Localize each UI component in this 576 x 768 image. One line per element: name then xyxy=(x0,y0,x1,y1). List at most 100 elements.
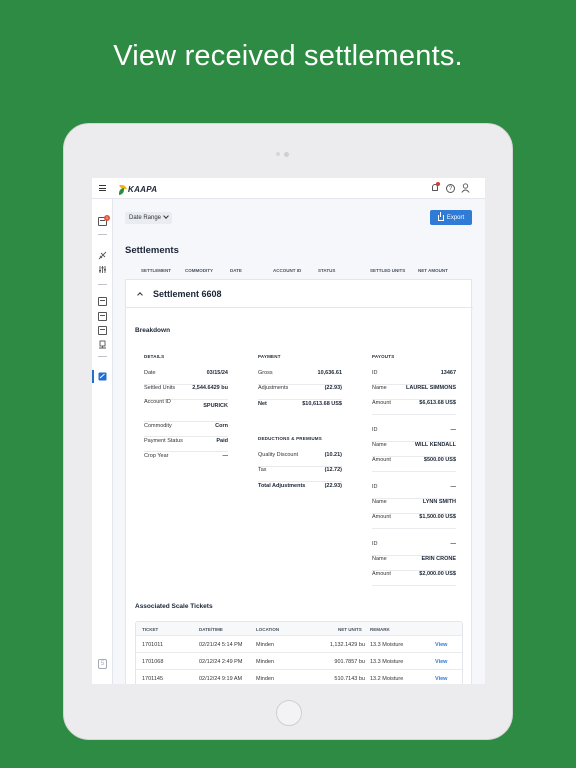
column-header[interactable]: ACCOUNT ID xyxy=(273,268,301,273)
headline: View received settlements. xyxy=(113,40,463,72)
breakdown-heading: Breakdown xyxy=(135,327,171,334)
chevron-up-icon[interactable] xyxy=(137,292,143,298)
ticket-cell: 1701068 xyxy=(142,659,164,665)
payout-row: ID 13467 xyxy=(372,370,456,385)
datetime-cell: 02/21/24 5:14 PM xyxy=(199,642,243,648)
payout-row: Amount $6,613.68 US$ xyxy=(372,400,456,415)
net-units-cell: 901.7857 bu xyxy=(334,659,365,665)
date-range-dropdown[interactable]: Date Range xyxy=(125,212,173,224)
top-bar: KAAPA ? xyxy=(92,178,485,199)
detail-row: Account ID SPURICK xyxy=(144,399,228,422)
payout-row: Amount $500.00 US$ xyxy=(372,457,456,472)
app-logo[interactable]: KAAPA xyxy=(119,182,158,195)
deductions-heading: DEDUCTIONS & PREMIUMS xyxy=(258,436,322,441)
column-header[interactable]: TICKET xyxy=(142,627,158,632)
table-row: 1701068 02/12/24 2:49 PM Minden 901.7857… xyxy=(136,653,462,670)
menu-icon[interactable] xyxy=(99,185,106,191)
deduction-row: Tax (12.72) xyxy=(258,467,342,482)
column-header[interactable]: LOCATION xyxy=(256,627,279,632)
payout-row: ID — xyxy=(372,427,456,442)
location-cell: Minden xyxy=(256,659,275,665)
adjustments-icon[interactable] xyxy=(98,265,107,274)
payout-row: Amount $2,000.00 US$ xyxy=(372,571,456,586)
logo-text: KAAPA xyxy=(128,184,158,194)
remark-cell: 13.2 Moisture xyxy=(370,676,404,682)
payment-row: Net $10,613.68 US$ xyxy=(258,401,342,407)
page-title: Settlements xyxy=(125,245,179,256)
version-icon[interactable]: 5 xyxy=(98,659,107,669)
reports-icon[interactable] xyxy=(98,326,107,335)
tickets-heading: Associated Scale Tickets xyxy=(135,603,213,610)
column-header[interactable]: NET UNITS xyxy=(338,627,362,632)
deduction-row: Total Adjustments (22.93) xyxy=(258,483,342,489)
detail-row: Date 03/15/24 xyxy=(144,370,228,385)
payouts-heading: PAYOUTS xyxy=(372,354,395,359)
sidebar-divider xyxy=(98,284,107,285)
payment-row: Adjustments (22.93) xyxy=(258,385,342,400)
settlement-card: Settlement 6608 Breakdown DETAILS Date 03… xyxy=(125,279,473,684)
invoices-icon[interactable] xyxy=(98,312,107,321)
payout-row: Name LYNN SMITH xyxy=(372,499,456,514)
ticket-cell: 1701145 xyxy=(142,676,164,682)
contracts-icon[interactable] xyxy=(98,251,107,260)
view-link[interactable]: View xyxy=(435,659,447,665)
export-button[interactable]: Export xyxy=(430,210,472,225)
column-header[interactable]: NET AMOUNT xyxy=(418,268,448,273)
payout-row: Name ERIN CRONE xyxy=(372,556,456,571)
column-header[interactable]: DATE/TIME xyxy=(199,627,223,632)
settlement-card-header[interactable]: Settlement 6608 xyxy=(126,280,473,308)
share-icon xyxy=(437,211,444,221)
location-cell: Minden xyxy=(256,676,275,682)
column-header[interactable]: SETTLEMENT xyxy=(141,268,171,273)
payment-row: Gross 10,636.61 xyxy=(258,370,342,385)
statements-icon[interactable] xyxy=(98,297,107,306)
payout-row: Amount $1,500.00 US$ xyxy=(372,514,456,529)
sidebar: 1 5 xyxy=(92,199,113,684)
column-header[interactable]: SETTLED UNITS xyxy=(370,268,405,273)
column-header[interactable]: STATUS xyxy=(318,268,335,273)
user-icon[interactable] xyxy=(461,183,471,193)
settlements-icon[interactable] xyxy=(98,372,107,381)
settlement-title: Settlement 6608 xyxy=(153,289,222,299)
column-header[interactable]: COMMODITY xyxy=(185,268,213,273)
detail-row: Crop Year — xyxy=(144,453,228,459)
camera-sensor xyxy=(276,152,280,156)
notification-dot xyxy=(436,182,440,186)
scale-tickets-icon[interactable] xyxy=(98,340,107,349)
detail-row: Settled Units 2,544.6429 bu xyxy=(144,385,228,400)
inbox-badge: 1 xyxy=(104,215,110,221)
settlements-column-headers: SETTLEMENT COMMODITY DATE ACCOUNT ID STA… xyxy=(125,268,472,278)
export-label: Export xyxy=(446,214,465,221)
ticket-cell: 1701011 xyxy=(142,642,164,648)
net-units-cell: 1,132.1429 bu xyxy=(329,642,365,648)
active-indicator xyxy=(92,370,94,383)
tickets-table: TICKET DATE/TIME LOCATION NET UNITS REMA… xyxy=(135,621,463,684)
home-button xyxy=(276,700,302,726)
remark-cell: 13.3 Moisture xyxy=(370,659,404,665)
table-header-row: TICKET DATE/TIME LOCATION NET UNITS REMA… xyxy=(136,622,462,636)
notifications-icon[interactable] xyxy=(430,182,440,193)
table-row: 1701011 02/21/24 5:14 PM Minden 1,132.14… xyxy=(136,636,462,653)
column-header[interactable]: DATE xyxy=(230,268,242,273)
column-header[interactable]: REMARK xyxy=(370,627,390,632)
payout-row: Name WILL KENDALL xyxy=(372,442,456,457)
app-screen: KAAPA ? 1 5 Date Range Export Settlement… xyxy=(92,178,485,684)
view-link[interactable]: View xyxy=(435,642,447,648)
datetime-cell: 02/12/24 9:19 AM xyxy=(199,676,243,682)
chevron-down-icon xyxy=(163,213,169,219)
payout-row: Name LAUREL SIMMONS xyxy=(372,385,456,400)
main-content: Date Range Export Settlements SETTLEMENT… xyxy=(113,199,485,684)
inbox-icon[interactable]: 1 xyxy=(98,215,110,226)
sidebar-divider xyxy=(98,356,107,357)
payout-row: ID — xyxy=(372,541,456,556)
deduction-row: Quality Discount (10.21) xyxy=(258,452,342,467)
help-icon[interactable]: ? xyxy=(446,183,455,193)
payment-heading: PAYMENT xyxy=(258,354,281,359)
detail-row: Commodity Corn xyxy=(144,422,228,437)
date-range-label: Date Range xyxy=(129,215,162,221)
net-units-cell: 510.7143 bu xyxy=(334,676,365,682)
remark-cell: 13.3 Moisture xyxy=(370,642,404,648)
view-link[interactable]: View xyxy=(435,676,447,682)
location-cell: Minden xyxy=(256,642,275,648)
logo-mark-icon xyxy=(119,182,127,195)
